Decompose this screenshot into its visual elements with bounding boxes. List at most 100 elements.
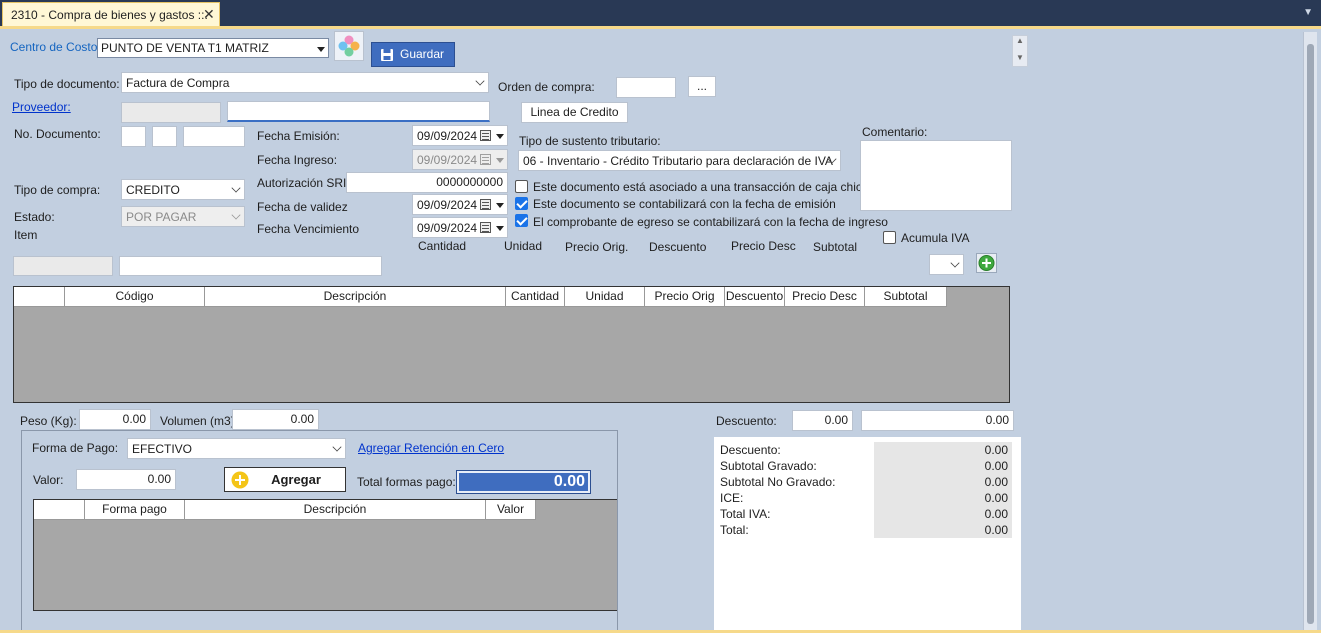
payment-method-value: EFECTIVO <box>132 442 193 456</box>
items-header-discount[interactable]: Descuento <box>725 287 785 307</box>
issue-date-picker[interactable]: 09/09/2024 <box>412 125 508 146</box>
entry-date-value: 09/09/2024 <box>417 153 478 167</box>
save-button[interactable]: Guardar <box>371 42 455 67</box>
items-header-code[interactable]: Código <box>65 287 205 307</box>
items-header-subtotal[interactable]: Subtotal <box>865 287 947 307</box>
doc-type-select[interactable]: Factura de Compra <box>121 72 489 93</box>
cost-center-select[interactable]: PUNTO DE VENTA T1 MATRIZ <box>97 38 329 58</box>
color-picker-button[interactable] <box>334 31 364 61</box>
summary-iva-row: Total IVA: 0.00 <box>720 506 1012 522</box>
color-wheel-icon <box>338 35 360 57</box>
item-description-input[interactable] <box>119 256 382 276</box>
doc-number-label: No. Documento: <box>14 127 101 141</box>
doc-type-value: Factura de Compra <box>126 76 230 90</box>
chevron-down-icon <box>332 442 342 452</box>
calendar-icon <box>480 154 491 165</box>
payment-header-value[interactable]: Valor <box>486 500 536 520</box>
scroll-down-icon[interactable]: ▼ <box>1016 53 1024 62</box>
issue-date-accounting-checkbox[interactable] <box>515 197 528 210</box>
purchase-type-select[interactable]: CREDITO <box>121 179 245 200</box>
entry-col-disc-price: Precio Desc <box>731 239 796 253</box>
cost-center-label: Centro de Costo: <box>10 40 101 54</box>
scrollbar-thumb[interactable] <box>1307 44 1314 624</box>
purchase-type-value: CREDITO <box>126 183 180 197</box>
dropdown-arrow-icon <box>496 158 504 163</box>
entry-date-voucher-checkbox[interactable] <box>515 214 528 227</box>
sri-auth-input[interactable]: 0000000000 <box>346 172 508 193</box>
volume-input[interactable]: 0.00 <box>232 409 319 430</box>
item-unit-select[interactable] <box>929 254 964 275</box>
items-header-disc-price[interactable]: Precio Desc <box>785 287 865 307</box>
summary-total-value: 0.00 <box>874 522 1012 538</box>
sri-auth-label: Autorización SRI <box>257 176 347 190</box>
accumulate-iva-checkbox[interactable] <box>883 231 896 244</box>
entry-date-picker[interactable]: 09/09/2024 <box>412 149 508 170</box>
comment-textarea[interactable] <box>860 140 1012 211</box>
item-code-input[interactable] <box>13 256 113 276</box>
doc-number-point[interactable] <box>152 126 177 147</box>
add-payment-button[interactable]: Agregar <box>224 467 346 492</box>
document-tabstrip: 2310 - Compra de bienes y gastos ::. ✕ ▼ <box>0 0 1321 26</box>
plus-circle-icon <box>978 255 995 271</box>
discount-amount-input[interactable]: 0.00 <box>861 410 1014 431</box>
plus-circle-icon <box>231 471 249 489</box>
header-scroll[interactable]: ▲ ▼ <box>1012 35 1028 67</box>
items-table[interactable]: Código Descripción Cantidad Unidad Preci… <box>13 286 1010 403</box>
item-label: Item <box>14 228 38 242</box>
discount-percent-input[interactable]: 0.00 <box>792 410 853 431</box>
tax-support-select[interactable]: 06 - Inventario - Crédito Tributario par… <box>518 150 841 171</box>
supplier-name-input[interactable] <box>227 101 490 122</box>
supplier-code-input[interactable] <box>121 102 221 123</box>
payment-header-method[interactable]: Forma pago <box>85 500 185 520</box>
close-icon[interactable]: ✕ <box>203 6 215 23</box>
doc-type-label: Tipo de documento: <box>14 77 120 91</box>
validity-date-picker[interactable]: 09/09/2024 <box>412 194 508 215</box>
summary-taxed-row: Subtotal Gravado: 0.00 <box>720 458 1012 474</box>
doc-number-sequence[interactable] <box>183 126 245 147</box>
supplier-link[interactable]: Proveedor: <box>12 100 71 114</box>
entry-col-unit: Unidad <box>504 239 543 253</box>
payment-amount-label: Valor: <box>33 473 64 487</box>
payment-header-description[interactable]: Descripción <box>185 500 486 520</box>
items-header-selector <box>14 287 65 307</box>
validity-date-label: Fecha de validez <box>257 200 348 214</box>
due-date-picker[interactable]: 09/09/2024 <box>412 217 508 238</box>
calendar-icon[interactable] <box>480 130 491 141</box>
chevron-down-icon <box>475 76 485 86</box>
summary-untaxed-value: 0.00 <box>874 474 1012 490</box>
entry-date-voucher-label: El comprobante de egreso se contabilizar… <box>533 215 888 229</box>
entry-col-discount: Descuento <box>649 240 707 254</box>
payment-table[interactable]: Forma pago Descripción Valor <box>33 499 617 611</box>
payment-method-select[interactable]: EFECTIVO <box>127 438 346 459</box>
tab-compra-bienes[interactable]: 2310 - Compra de bienes y gastos ::. ✕ <box>2 2 220 26</box>
items-header-description[interactable]: Descripción <box>205 287 506 307</box>
entry-col-quantity: Cantidad <box>418 239 467 253</box>
status-select[interactable]: POR PAGAR <box>121 206 245 227</box>
issue-date-label: Fecha Emisión: <box>257 129 340 143</box>
purchase-order-input[interactable] <box>616 77 676 98</box>
items-header-quantity[interactable]: Cantidad <box>506 287 565 307</box>
tax-support-value: 06 - Inventario - Crédito Tributario par… <box>523 154 833 168</box>
credit-line-button[interactable]: Linea de Credito <box>521 102 628 123</box>
summary-untaxed-row: Subtotal No Gravado: 0.00 <box>720 474 1012 490</box>
doc-number-establishment[interactable] <box>121 126 146 147</box>
purchase-order-search-button[interactable]: ... <box>688 76 716 97</box>
scroll-up-icon[interactable]: ▲ <box>1016 36 1024 45</box>
petty-cash-checkbox[interactable] <box>515 180 528 193</box>
zero-retention-link[interactable]: Agregar Retención en Cero <box>358 441 504 455</box>
payment-amount-input[interactable]: 0.00 <box>76 469 176 490</box>
issue-date-value: 09/09/2024 <box>417 129 478 143</box>
items-header-orig-price[interactable]: Precio Orig <box>645 287 725 307</box>
weight-input[interactable]: 0.00 <box>79 409 151 430</box>
items-header-unit[interactable]: Unidad <box>565 287 645 307</box>
cost-center-value: PUNTO DE VENTA T1 MATRIZ <box>101 41 269 55</box>
summary-ice-label: ICE: <box>720 491 744 505</box>
payment-header-selector <box>34 500 85 520</box>
vertical-scrollbar[interactable] <box>1303 32 1317 630</box>
calendar-icon[interactable] <box>480 222 491 233</box>
calendar-icon[interactable] <box>480 199 491 210</box>
summary-discount-label: Descuento: <box>720 443 781 457</box>
add-item-button[interactable] <box>976 253 997 273</box>
comment-label: Comentario: <box>862 125 928 139</box>
tab-list-dropdown-icon[interactable]: ▼ <box>1303 7 1313 18</box>
